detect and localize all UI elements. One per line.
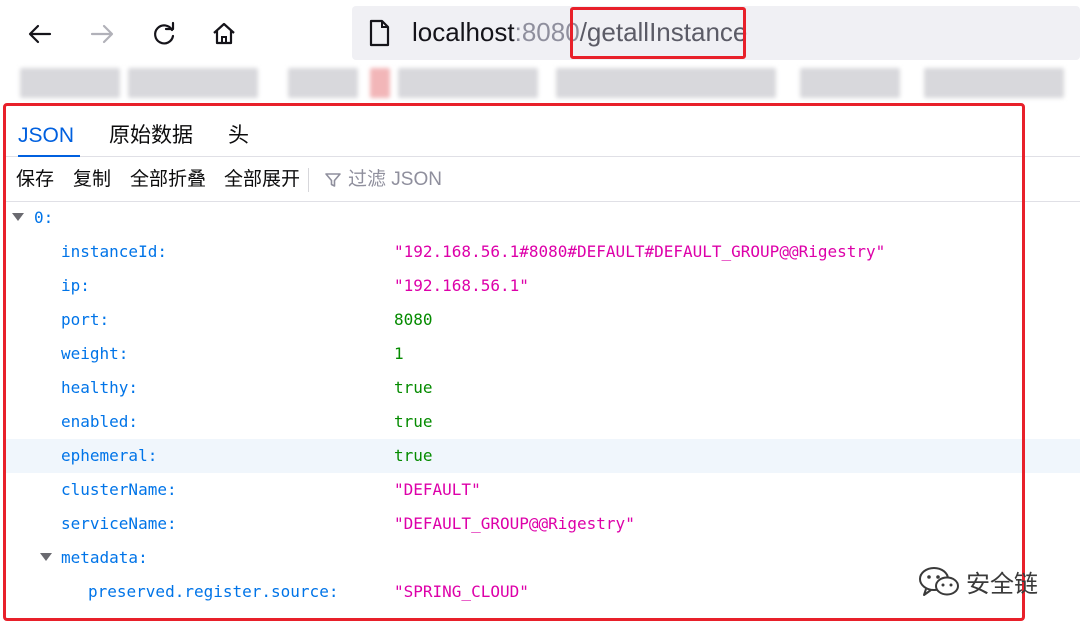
bookmarks-bar-blurred	[0, 62, 1080, 106]
browser-toolbar: localhost:8080/getallInstance	[0, 0, 1080, 62]
wechat-logo-icon	[919, 566, 959, 596]
url-host: localhost	[412, 17, 515, 47]
back-button[interactable]	[22, 16, 58, 52]
watermark-text: 安全链	[966, 571, 1038, 598]
watermark: 安全链	[918, 564, 1038, 599]
forward-button[interactable]	[84, 16, 120, 52]
home-button[interactable]	[206, 16, 242, 52]
page-icon	[369, 19, 390, 47]
reload-icon	[154, 21, 175, 45]
reload-button[interactable]	[146, 16, 182, 52]
viewer-highlight-box	[3, 103, 1025, 621]
url-highlight-box	[570, 7, 746, 59]
arrow-left-icon	[28, 24, 52, 44]
arrow-right-icon	[90, 24, 114, 44]
home-icon	[213, 22, 235, 45]
